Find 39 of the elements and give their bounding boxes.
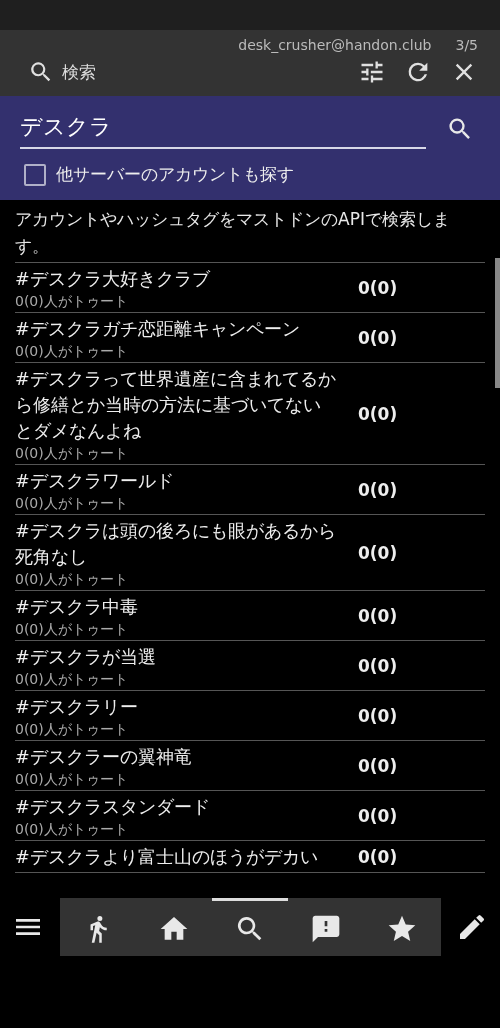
toot-count-text: 0(0)人がトゥート	[15, 670, 129, 688]
description-text: アカウントやハッシュタグをマストドンのAPIで検索します。	[15, 206, 485, 263]
count-text: 0(0)	[358, 328, 398, 348]
search-field[interactable]: デスクラ	[20, 108, 426, 149]
count-text: 0(0)	[358, 278, 398, 298]
hashtag-name[interactable]: #デスクラリー	[15, 694, 338, 720]
account-name: desk_crusher@handon.club	[238, 36, 432, 54]
hashtag-name[interactable]: #デスクラーの翼神竜	[15, 744, 338, 770]
toot-count-text: 0(0)人がトゥート	[15, 444, 129, 462]
hashtag-name[interactable]: #デスクラより富士山のほうがデカい	[15, 844, 338, 870]
count-text: 0(0)	[358, 404, 398, 424]
hashtag-name[interactable]: #デスクラスタンダード	[15, 794, 338, 820]
toot-count-text: 0(0)人がトゥート	[15, 720, 129, 738]
column-title: 検索	[62, 60, 96, 84]
toot-count-text: 0(0)人がトゥート	[15, 342, 129, 360]
count-text: 0(0)	[358, 806, 398, 826]
hashtag-name[interactable]: #デスクラガチ恋距離キャンペーン	[15, 316, 338, 342]
count-text: 0(0)	[358, 543, 398, 563]
toot-count-text: 0(0)人がトゥート	[15, 770, 129, 788]
count-text: 0(0)	[358, 847, 398, 867]
toot-count-text: 0(0)人がトゥート	[15, 820, 129, 838]
count-text: 0(0)	[358, 706, 398, 726]
toot-count-text: 0(0)人がトゥート	[15, 570, 129, 588]
toot-count-text: 0(0)人がトゥート	[15, 620, 129, 638]
hashtag-name[interactable]: #デスクラが当選	[15, 644, 338, 670]
hashtag-name[interactable]: #デスクラ中毒	[15, 594, 338, 620]
hashtag-name[interactable]: #デスクラワールド	[15, 468, 338, 494]
count-text: 0(0)	[358, 656, 398, 676]
count-text: 0(0)	[358, 480, 398, 500]
checkbox[interactable]	[24, 163, 46, 186]
page-indicator: 3/5	[455, 36, 478, 54]
toot-count-text: 0(0)人がトゥート	[15, 494, 129, 512]
hashtag-name[interactable]: #デスクラって世界遺産に含まれてるから修繕とか当時の方法に基づいてないとダメなんよね	[15, 366, 338, 444]
toot-count-text: 0(0)人がトゥート	[15, 292, 129, 310]
count-text: 0(0)	[358, 756, 398, 776]
hashtag-name[interactable]: #デスクラ大好きクラブ	[15, 266, 338, 292]
count-text: 0(0)	[358, 606, 398, 626]
hashtag-name[interactable]: #デスクラは頭の後ろにも眼があるから死角なし	[15, 518, 338, 570]
checkbox-label[interactable]: 他サーバーのアカウントも探す	[56, 163, 294, 186]
